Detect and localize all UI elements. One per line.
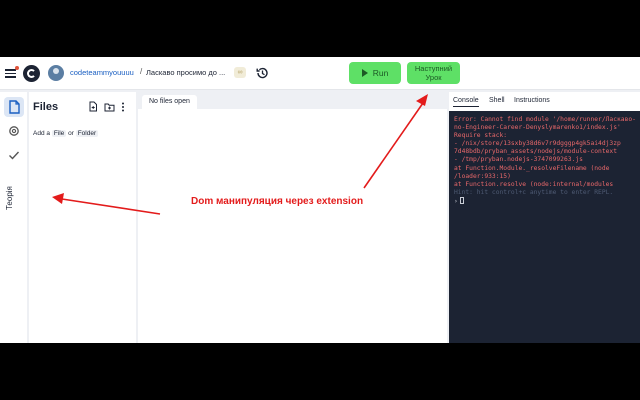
console-pane: Console Shell Instructions Error: Cannot… (449, 92, 640, 343)
console-line: at Function.Module._resolveFilename (nod… (454, 164, 610, 172)
console-line: /loader:933:15) (454, 172, 511, 180)
console-line: 7d48bdb/pryban_assets/nodejs/module-cont… (454, 148, 618, 156)
empty-files-hint: Add a File or Folder (33, 130, 99, 137)
add-file-link[interactable]: File (51, 130, 67, 137)
new-folder-icon[interactable] (104, 102, 115, 112)
tab-shell[interactable]: Shell (489, 97, 505, 104)
editor-tab-bar: No files open (138, 92, 447, 109)
console-line: - /nix/store/13sxby38d6v7r9dgggp4gk5ai4d… (454, 140, 621, 148)
owner-link[interactable]: codeteammyouuuu (70, 68, 134, 77)
annotation-label: Dom манипуляция через extension (191, 196, 364, 207)
text-cursor (459, 196, 464, 204)
next-lesson-button[interactable]: Наступний Урок (407, 62, 460, 84)
left-rail: Теорія (0, 92, 27, 343)
history-icon[interactable] (255, 66, 269, 80)
files-panel: Files Add a File or Folder (29, 92, 136, 343)
app-logo-icon[interactable] (23, 65, 40, 82)
tab-console[interactable]: Console (453, 97, 479, 107)
console-hint-line: Hint: hit control+c anytime to enter REP… (454, 188, 614, 196)
console-prompt[interactable]: › (454, 196, 635, 206)
run-button-label: Run (372, 68, 389, 78)
gear-icon (9, 126, 19, 136)
top-header: codeteammyouuuu / Ласкаво просимо до ...… (0, 57, 640, 90)
add-folder-link[interactable]: Folder (75, 130, 99, 137)
tab-no-files-open[interactable]: No files open (142, 95, 197, 109)
project-title[interactable]: Ласкаво просимо до ... (146, 68, 225, 77)
console-line: no-Engineer-Career-Denyslymarenko1/index… (454, 124, 621, 132)
avatar[interactable] (48, 65, 64, 81)
console-line: Require stack: (454, 132, 508, 140)
prompt-symbol: › (454, 197, 458, 205)
console-line: - /tmp/pryban.nodejs-3747099263.js (454, 156, 583, 164)
new-file-icon[interactable] (88, 101, 98, 112)
editor-pane: No files open (138, 92, 447, 343)
run-button[interactable]: Run (349, 62, 401, 84)
hint-or: or (68, 130, 74, 137)
settings-tool-button[interactable] (4, 121, 24, 141)
console-output[interactable]: Error: Cannot find module '/home/runner/… (449, 111, 640, 343)
files-tool-button[interactable] (4, 97, 24, 117)
console-line: Error: Cannot find module '/home/runner/… (454, 116, 636, 123)
theory-tab[interactable]: Теорія (5, 186, 14, 210)
hint-prefix: Add a (33, 130, 50, 137)
menu-icon[interactable] (5, 66, 19, 78)
checkmark-tool-button[interactable] (4, 145, 24, 165)
files-title: Files (33, 101, 59, 113)
tab-instructions[interactable]: Instructions (514, 97, 550, 104)
project-badge[interactable]: ∞ (234, 67, 246, 78)
check-icon (9, 151, 20, 160)
console-line: at Function.resolve (node:internal/modul… (454, 180, 614, 188)
files-actions (88, 101, 125, 112)
file-icon (9, 100, 20, 114)
play-icon (361, 69, 368, 77)
notification-dot (15, 66, 19, 70)
more-options-icon[interactable] (121, 102, 125, 112)
breadcrumb-separator: / (140, 67, 143, 76)
console-tab-bar: Console Shell Instructions (449, 92, 640, 110)
